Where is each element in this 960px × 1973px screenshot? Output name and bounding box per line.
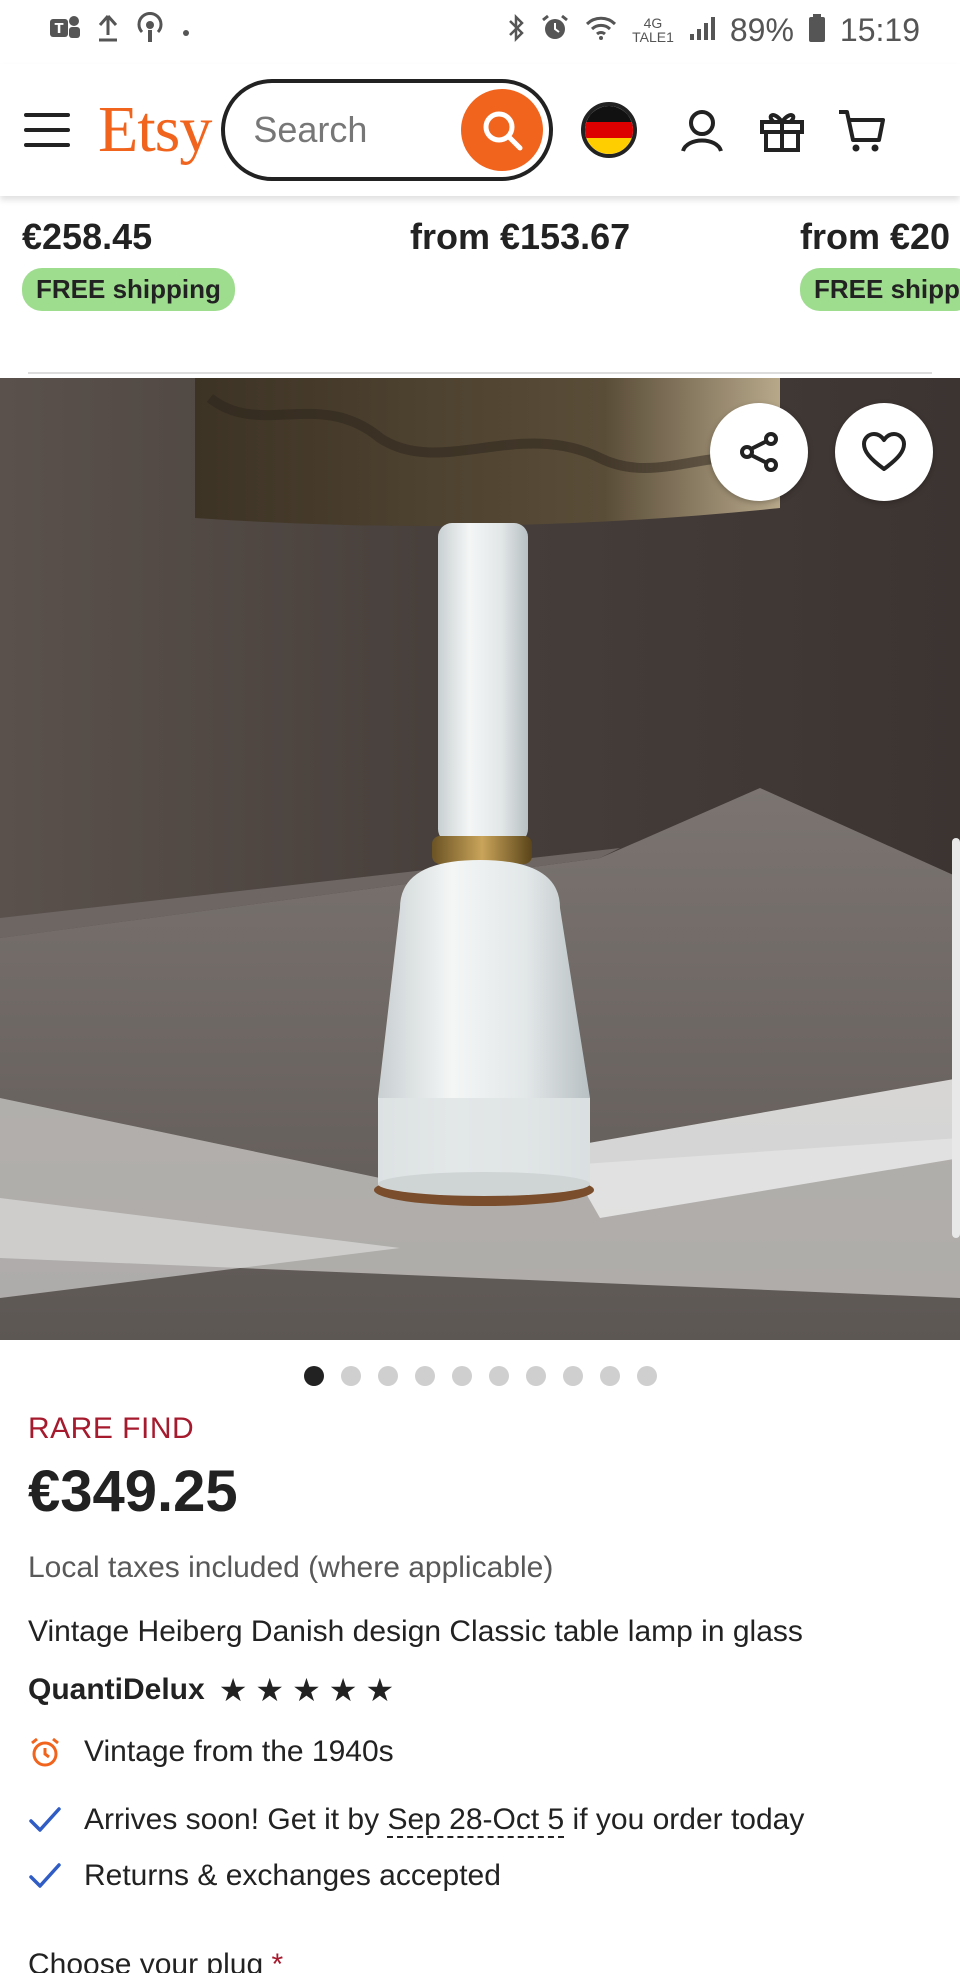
star-icon: ★ <box>292 1672 321 1708</box>
teams-icon: T <box>48 13 82 48</box>
status-bar: T 4G TALE1 89% 15:19 <box>0 0 960 60</box>
related-items-strip: €258.45 FREE shipping from €153.67 from … <box>0 196 960 376</box>
star-icon: ★ <box>255 1672 285 1708</box>
search-button[interactable] <box>461 89 544 171</box>
battery-percent: 89% <box>729 11 794 48</box>
shop-name[interactable]: QuantiDelux <box>28 1673 205 1707</box>
cart-icon[interactable] <box>837 105 887 155</box>
listing-details: RARE FIND €349.25 Local taxes included (… <box>28 1412 932 1893</box>
related-item-price: from €153.67 <box>410 216 631 257</box>
taxes-note: Local taxes included (where applicable) <box>28 1551 554 1584</box>
gallery-dot[interactable] <box>377 1366 398 1386</box>
lamp-photo <box>0 378 960 1340</box>
product-image[interactable] <box>0 378 960 1340</box>
returns-note: Returns & exchanges accepted <box>84 1859 501 1892</box>
shop-row[interactable]: QuantiDelux ★ ★ ★ ★ ★ <box>28 1673 932 1707</box>
gallery-dot[interactable] <box>451 1366 472 1386</box>
gallery-dot[interactable] <box>636 1366 657 1386</box>
arrival-dates-link[interactable]: Sep 28-Oct 5 <box>387 1803 565 1838</box>
related-item-price: €258.45 <box>22 216 153 257</box>
arrival-prefix: Arrives soon! Get it by <box>84 1803 388 1836</box>
upload-icon <box>96 13 120 48</box>
free-shipping-badge: FREE shipping <box>22 268 235 311</box>
rating-stars[interactable]: ★ ★ ★ ★ ★ <box>219 1674 394 1706</box>
gallery-dot[interactable] <box>562 1366 583 1386</box>
gallery-dot[interactable] <box>525 1366 546 1386</box>
check-icon <box>28 1803 62 1837</box>
arrival-row: Arrives soon! Get it by Sep 28-Oct 5 if … <box>28 1803 932 1838</box>
divider <box>28 372 932 374</box>
scrollbar[interactable] <box>952 838 960 1238</box>
check-icon <box>28 1859 62 1893</box>
vintage-row: Vintage from the 1940s <box>28 1735 932 1769</box>
network-carrier-label: TALE1 <box>632 29 674 45</box>
bluetooth-icon <box>506 13 526 48</box>
free-shipping-badge: FREE shipp <box>800 268 960 311</box>
status-left-icons: T <box>48 11 192 49</box>
listing-price: €349.25 <box>28 1459 238 1524</box>
gallery-dot[interactable] <box>488 1366 509 1386</box>
arrival-suffix: if you order today <box>564 1803 805 1836</box>
search-input[interactable]: Search <box>253 109 367 151</box>
svg-text:T: T <box>55 22 64 37</box>
listing-title: Vintage Heiberg Danish design Classic ta… <box>28 1615 803 1648</box>
returns-row: Returns & exchanges accepted <box>28 1859 932 1893</box>
gallery-dot[interactable] <box>599 1366 620 1386</box>
gallery-dot[interactable] <box>414 1366 435 1386</box>
battery-icon <box>808 13 826 48</box>
share-icon <box>740 432 778 472</box>
favorite-button[interactable] <box>835 403 933 501</box>
account-icon[interactable] <box>677 105 727 155</box>
star-icon: ★ <box>328 1672 358 1708</box>
network-type-label: 4G <box>643 15 663 31</box>
clock: 15:19 <box>839 11 920 48</box>
search-bar[interactable]: Search <box>221 79 554 181</box>
gallery-dot[interactable] <box>303 1366 324 1386</box>
alarm-icon <box>540 13 570 48</box>
arrival-note: Arrives soon! Get it by Sep 28-Oct 5 if … <box>84 1803 805 1838</box>
network-type: 4G TALE1 <box>632 16 674 44</box>
podcast-icon <box>134 11 166 49</box>
rare-find-badge: RARE FIND <box>28 1412 195 1445</box>
related-item-price: from €20 <box>800 216 951 257</box>
vintage-note: Vintage from the 1940s <box>84 1735 394 1768</box>
signal-icon <box>688 14 716 47</box>
share-button[interactable] <box>710 403 808 501</box>
germany-flag-icon[interactable] <box>581 102 638 158</box>
clock-icon <box>28 1735 62 1769</box>
wifi-icon <box>584 13 618 48</box>
related-item[interactable]: €258.45 FREE shipping <box>22 216 235 311</box>
heart-icon <box>862 432 906 471</box>
plug-label: Choose your plug <box>28 1948 272 1973</box>
status-right-icons: 4G TALE1 89% 15:19 <box>506 12 920 49</box>
gift-icon[interactable] <box>757 105 807 155</box>
search-icon <box>483 111 523 151</box>
star-icon: ★ <box>365 1672 395 1708</box>
related-item[interactable]: from €153.67 <box>410 216 630 258</box>
etsy-logo[interactable]: Etsy <box>98 97 212 163</box>
notification-dot-icon <box>180 16 192 44</box>
star-icon: ★ <box>218 1672 248 1708</box>
gallery-pagination <box>0 1364 960 1388</box>
required-mark: * <box>271 1948 284 1973</box>
plug-selector-label[interactable]: Choose your plug * <box>28 1948 283 1973</box>
gallery-dot[interactable] <box>340 1366 361 1386</box>
menu-icon[interactable] <box>24 113 70 147</box>
app-header: Etsy Search <box>0 64 960 196</box>
related-item[interactable]: from €20 FREE shipp <box>800 216 960 311</box>
